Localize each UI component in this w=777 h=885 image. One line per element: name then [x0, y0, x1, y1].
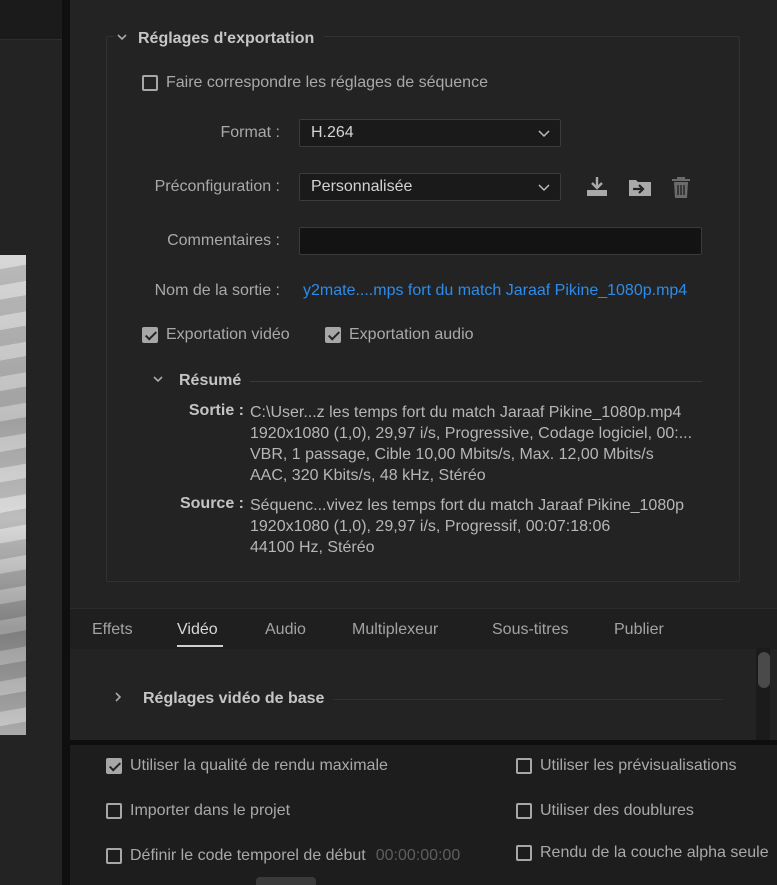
tab-multiplexeur[interactable]: Multiplexeur — [352, 621, 438, 639]
output-name-link-row: y2mate....mps fort du match Jaraaf Pikin… — [303, 282, 687, 300]
summary-source-line: Séquenc...vivez les temps fort du match … — [250, 497, 685, 514]
download-tray-icon[interactable] — [584, 174, 610, 200]
import-project-checkbox[interactable] — [106, 803, 122, 819]
start-timecode-option[interactable]: Définir le code temporel de début 00:00:… — [106, 847, 460, 865]
max-render-quality-checkbox[interactable] — [106, 758, 122, 774]
section-title: Réglages d'exportation — [138, 30, 315, 47]
render-alpha-option[interactable]: Rendu de la couche alpha seule — [516, 844, 777, 862]
max-render-quality-option[interactable]: Utiliser la qualité de rendu maximale — [106, 757, 388, 775]
use-proxies-option[interactable]: Utiliser des doublures — [516, 802, 694, 820]
use-proxies-label: Utiliser des doublures — [540, 802, 694, 819]
summary-output-line: VBR, 1 passage, Cible 10,00 Mbits/s, Max… — [250, 446, 654, 463]
video-section-divider — [333, 699, 723, 700]
preview-toolbar — [0, 0, 62, 40]
summary-source-label: Source : — [179, 495, 244, 512]
match-sequence-checkbox[interactable] — [142, 75, 158, 91]
use-previews-option[interactable]: Utiliser les prévisualisations — [516, 757, 737, 775]
summary-output-line: 1920x1080 (1,0), 29,97 i/s, Progressive,… — [250, 425, 693, 442]
chevron-down-icon[interactable] — [114, 31, 130, 47]
summary-source-line: 44100 Hz, Stéréo — [250, 539, 375, 556]
summary-output-details: C:\User...z les temps fort du match Jara… — [250, 402, 692, 486]
video-basic-settings-title: Réglages vidéo de base — [143, 690, 325, 707]
chevron-down-icon[interactable] — [150, 373, 166, 389]
video-preview-frame — [0, 255, 26, 735]
preset-label: Préconfiguration : — [154, 178, 280, 195]
export-settings-window: Réglages d'exportation Faire correspondr… — [0, 0, 777, 885]
export-video-checkbox[interactable] — [142, 327, 158, 343]
preview-pane — [0, 0, 62, 885]
summary-output-line: AAC, 320 Kbits/s, 48 kHz, Stéréo — [250, 467, 486, 484]
import-project-option[interactable]: Importer dans le projet — [106, 802, 290, 820]
summary-divider — [250, 381, 702, 382]
tab-audio[interactable]: Audio — [265, 621, 306, 639]
chevron-down-icon — [538, 130, 550, 138]
export-audio-option[interactable]: Exportation audio — [325, 326, 474, 344]
output-name-label: Nom de la sortie : — [154, 282, 280, 299]
render-alpha-checkbox[interactable] — [516, 845, 532, 861]
start-timecode-value[interactable]: 00:00:00:00 — [376, 847, 461, 865]
tab-publier[interactable]: Publier — [614, 621, 664, 639]
export-settings-header[interactable]: Réglages d'exportation — [114, 28, 325, 50]
trash-icon[interactable] — [668, 174, 694, 200]
use-previews-checkbox[interactable] — [516, 758, 532, 774]
comments-input[interactable] — [299, 227, 702, 255]
render-alpha-label: Rendu de la couche alpha seule — [540, 844, 769, 861]
bottom-separator — [70, 740, 777, 745]
pane-divider[interactable] — [62, 0, 70, 885]
preset-value: Personnalisée — [311, 178, 413, 195]
export-video-label: Exportation vidéo — [166, 326, 290, 343]
active-tab-indicator — [177, 645, 223, 647]
start-timecode-label: Définir le code temporel de début — [130, 847, 366, 864]
export-audio-label: Exportation audio — [349, 326, 474, 343]
chevron-right-icon[interactable] — [110, 691, 126, 707]
match-sequence-label: Faire correspondre les réglages de séque… — [166, 74, 488, 91]
match-sequence-option[interactable]: Faire correspondre les réglages de séque… — [142, 74, 488, 92]
format-value: H.264 — [311, 124, 354, 141]
tab-sous-titres[interactable]: Sous-titres — [492, 621, 568, 639]
folder-import-icon[interactable] — [627, 174, 653, 200]
preset-select[interactable]: Personnalisée — [299, 173, 561, 201]
summary-output-line: C:\User...z les temps fort du match Jara… — [250, 404, 682, 421]
summary-output-label: Sortie : — [188, 402, 244, 419]
tab-effets[interactable]: Effets — [92, 621, 133, 639]
summary-source-details: Séquenc...vivez les temps fort du match … — [250, 495, 684, 558]
import-project-label: Importer dans le projet — [130, 802, 291, 819]
comments-label: Commentaires : — [167, 232, 280, 249]
tab-video[interactable]: Vidéo — [177, 621, 218, 639]
panel-resize-handle[interactable] — [256, 877, 316, 885]
summary-source-line: 1920x1080 (1,0), 29,97 i/s, Progressif, … — [250, 518, 611, 535]
settings-tabbar: Effets Vidéo Audio Multiplexeur Sous-tit… — [70, 608, 777, 649]
chevron-down-icon — [538, 184, 550, 192]
video-basic-settings-header[interactable]: Réglages vidéo de base — [110, 690, 324, 708]
summary-header[interactable]: Résumé — [150, 372, 241, 390]
format-label: Format : — [220, 124, 280, 141]
summary-title: Résumé — [179, 372, 242, 389]
start-timecode-checkbox[interactable] — [106, 848, 122, 864]
output-name-link[interactable]: y2mate....mps fort du match Jaraaf Pikin… — [303, 282, 687, 300]
scrollbar-thumb[interactable] — [758, 652, 770, 688]
format-select[interactable]: H.264 — [299, 119, 561, 147]
export-video-option[interactable]: Exportation vidéo — [142, 326, 290, 344]
export-audio-checkbox[interactable] — [325, 327, 341, 343]
use-proxies-checkbox[interactable] — [516, 803, 532, 819]
use-previews-label: Utiliser les prévisualisations — [540, 757, 737, 774]
max-render-quality-label: Utiliser la qualité de rendu maximale — [130, 757, 388, 774]
